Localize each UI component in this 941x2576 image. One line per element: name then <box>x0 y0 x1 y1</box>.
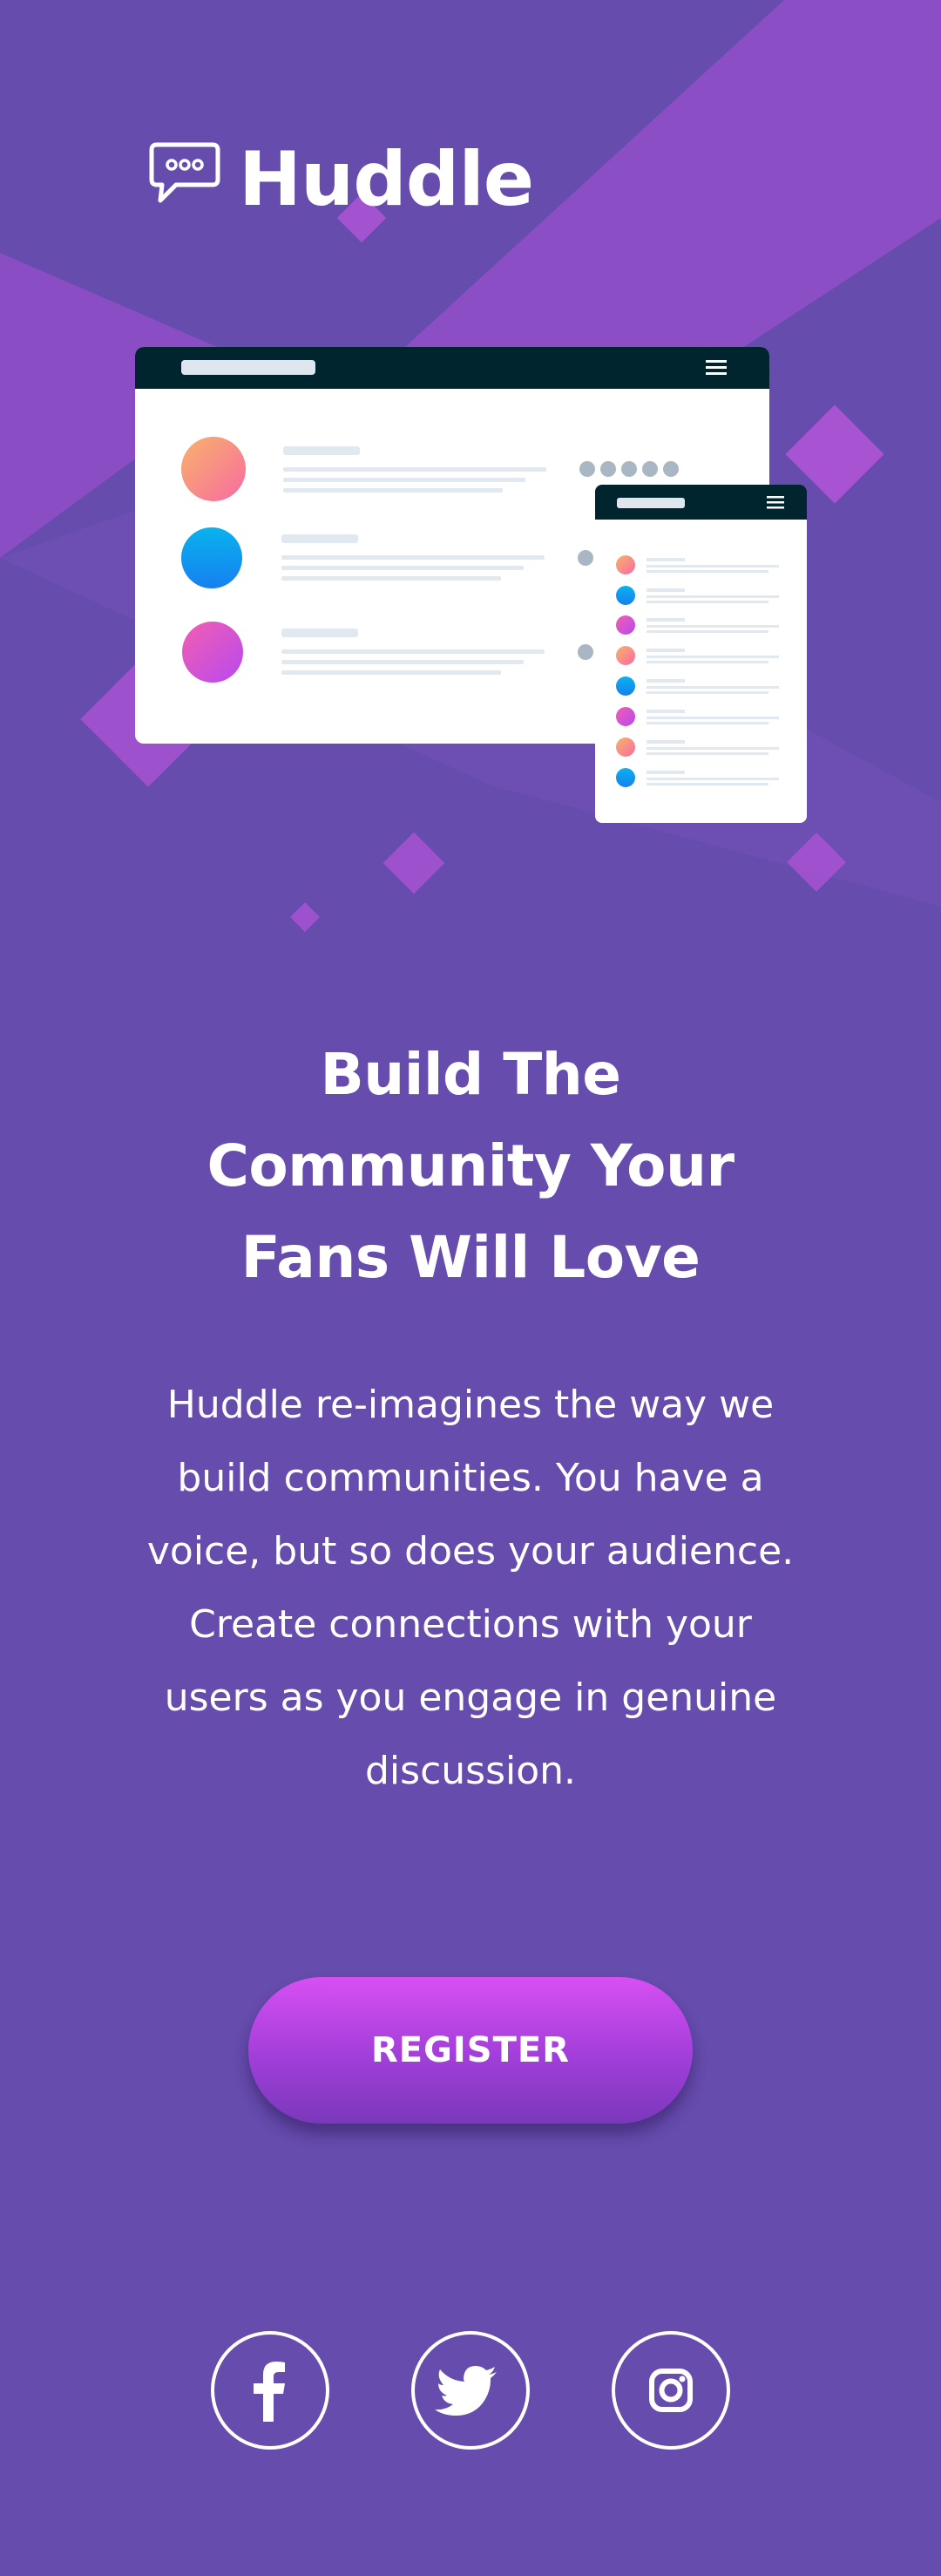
hero-section: Build The Community Your Fans Will Love … <box>105 1029 836 1793</box>
hero-description-line: Create connections with your <box>189 1602 752 1647</box>
instagram-link[interactable] <box>612 2331 730 2450</box>
facebook-icon <box>254 2362 285 2422</box>
hero-description-line: users as you engage in genuine <box>164 1675 777 1720</box>
hero-description-line: build communities. You have a <box>177 1456 764 1500</box>
hero-description-line: voice, but so does your audience. <box>146 1529 795 1573</box>
hero-description-line: discussion. <box>364 1749 577 1793</box>
mobile-window <box>595 485 807 823</box>
register-button[interactable]: REGISTER <box>248 1977 693 2124</box>
instagram-icon <box>649 2369 693 2412</box>
app-mockup-illustration <box>135 347 807 823</box>
twitter-link[interactable] <box>411 2331 530 2450</box>
social-links <box>211 2331 734 2450</box>
hero-title-line: Community Your <box>206 1132 735 1200</box>
hero-title-line: Fans Will Love <box>240 1224 701 1291</box>
hero-title-line: Build The <box>320 1041 621 1108</box>
twitter-icon <box>435 2366 497 2416</box>
hero-description-line: Huddle re-imagines the way we <box>166 1383 775 1427</box>
hero-description: Huddle re-imagines the way we build comm… <box>131 1369 810 1808</box>
facebook-link[interactable] <box>211 2331 329 2450</box>
hero-title: Build The Community Your Fans Will Love <box>105 1029 836 1303</box>
